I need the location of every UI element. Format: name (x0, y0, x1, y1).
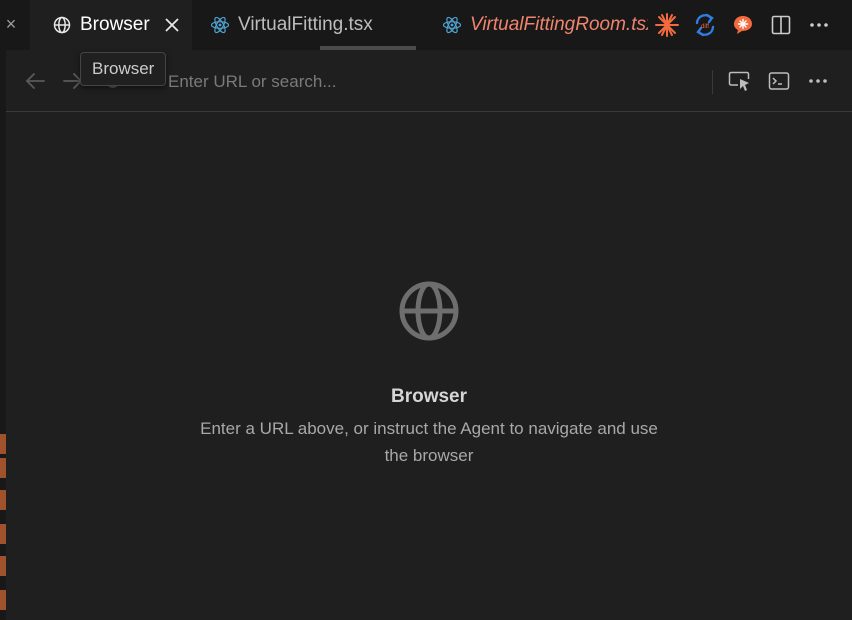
globe-icon (52, 15, 72, 35)
empty-state-title: Browser (390, 386, 468, 407)
tab-label: VirtualFittingRoom.tsx (470, 14, 648, 35)
back-icon[interactable] (24, 70, 46, 92)
diff-sync-icon[interactable]: diff (686, 10, 724, 40)
tab-tooltip: Browser (80, 52, 167, 86)
sparkle-icon[interactable] (648, 10, 686, 40)
url-input[interactable] (166, 67, 690, 97)
react-icon (210, 15, 230, 35)
more-icon[interactable] (800, 10, 838, 40)
console-icon[interactable] (766, 69, 792, 93)
close-icon[interactable]: × (2, 14, 20, 34)
svg-text:diff: diff (701, 24, 709, 30)
tab-bar: × Browser VirtualFitting.tsx VirtualFitt… (0, 0, 852, 50)
select-element-icon[interactable] (727, 69, 753, 93)
tab-label: VirtualFitting.tsx (238, 14, 373, 35)
tab-virtualfitting[interactable]: VirtualFitting.tsx (192, 0, 420, 50)
globe-icon (398, 280, 460, 342)
tab-close-icon[interactable] (162, 15, 182, 35)
toolbar-divider (712, 70, 713, 94)
react-icon (442, 15, 462, 35)
browser-empty-state: Browser Enter a URL above, or instruct t… (6, 112, 852, 620)
chat-icon[interactable] (724, 10, 762, 40)
empty-state-description: Enter a URL above, or instruct the Agent… (200, 419, 658, 465)
tab-virtualfittingroom[interactable]: VirtualFittingRoom.tsx (420, 0, 648, 50)
tab-browser[interactable]: Browser (30, 0, 192, 50)
tab-label: Browser (80, 14, 150, 35)
split-editor-icon[interactable] (762, 10, 800, 40)
editor-actions: diff (648, 0, 852, 50)
more-icon[interactable] (805, 69, 831, 93)
